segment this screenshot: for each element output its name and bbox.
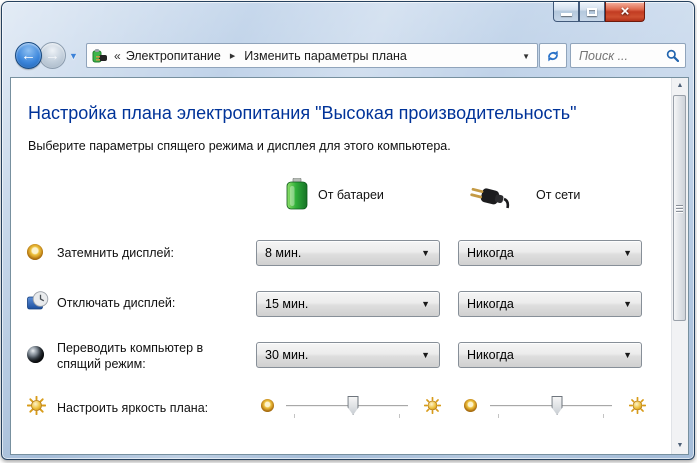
breadcrumb-item-power-options[interactable]: Электропитание	[124, 49, 223, 63]
chevron-down-icon: ▼	[623, 300, 632, 309]
back-button[interactable]: ←	[15, 42, 42, 69]
combo-dim-display-plugged[interactable]: Никогда ▼	[458, 240, 642, 266]
address-dropdown-icon[interactable]: ▼	[522, 52, 530, 61]
brightness-slider-plugged[interactable]	[490, 405, 612, 407]
chevron-down-icon: ▼	[421, 300, 430, 309]
combo-dim-display-battery[interactable]: 8 мин. ▼	[256, 240, 440, 266]
refresh-icon	[546, 49, 560, 63]
slider-tick	[399, 414, 400, 418]
breadcrumb-overflow-chevron[interactable]: «	[114, 49, 121, 63]
brightness-high-icon	[629, 397, 646, 414]
setting-label-brightness: Настроить яркость плана:	[57, 400, 249, 416]
setting-label-dim-display: Затемнить дисплей:	[57, 245, 249, 261]
minimize-button[interactable]	[553, 2, 579, 22]
forward-button[interactable]: →	[39, 42, 66, 69]
combo-turn-off-display-battery[interactable]: 15 мин. ▼	[256, 291, 440, 317]
refresh-button[interactable]	[539, 43, 567, 68]
back-arrow-icon: ←	[21, 47, 36, 64]
brightness-low-icon	[464, 399, 477, 412]
page-description: Выберите параметры спящего режима и дисп…	[28, 139, 451, 153]
column-header-plugged-in: От сети	[536, 188, 580, 202]
maximize-button[interactable]	[579, 2, 605, 22]
slider-tick	[603, 414, 604, 418]
navigation-bar: ← → ▼ « Электропитание ▶ Изменить параме…	[2, 42, 694, 70]
power-plan-settings-window: × ← → ▼ « Электропитание ▶ Изменить пара…	[1, 1, 695, 460]
scroll-up-button[interactable]: ▲	[672, 78, 688, 94]
main-content: Настройка плана электропитания "Высокая …	[10, 77, 689, 455]
power-options-icon	[91, 47, 109, 64]
search-icon[interactable]	[666, 49, 679, 62]
combo-value: Никогда	[467, 246, 514, 260]
column-header-on-battery: От батареи	[318, 188, 384, 202]
combo-turn-off-display-plugged[interactable]: Никогда ▼	[458, 291, 642, 317]
plug-icon	[466, 185, 510, 211]
brightness-slider-battery-thumb[interactable]	[348, 396, 359, 415]
combo-value: 30 мин.	[265, 348, 308, 362]
chevron-down-icon: ▼	[623, 249, 632, 258]
combo-sleep-plugged[interactable]: Никогда ▼	[458, 342, 642, 368]
chevron-down-icon: ▼	[623, 351, 632, 360]
close-icon: ×	[621, 4, 630, 20]
setting-label-turn-off-display: Отключать дисплей:	[57, 295, 249, 311]
setting-label-sleep: Переводить компьютер в спящий режим:	[57, 340, 249, 372]
combo-sleep-battery[interactable]: 30 мин. ▼	[256, 342, 440, 368]
chevron-down-icon: ▼	[421, 351, 430, 360]
battery-icon	[286, 178, 308, 210]
maximize-icon	[587, 8, 597, 16]
brightness-slider-battery[interactable]	[286, 405, 408, 407]
forward-arrow-icon: →	[45, 47, 60, 64]
brightness-slider-plugged-thumb[interactable]	[552, 396, 563, 415]
vertical-scrollbar[interactable]: ▲ ▼	[671, 78, 688, 454]
close-button[interactable]: ×	[605, 2, 645, 22]
breadcrumb-item-edit-plan[interactable]: Изменить параметры плана	[242, 49, 409, 63]
slider-tick	[294, 414, 295, 418]
scroll-down-button[interactable]: ▼	[672, 438, 688, 454]
brightness-high-icon	[424, 397, 441, 414]
combo-value: 15 мин.	[265, 297, 308, 311]
brightness-icon	[27, 396, 46, 415]
breadcrumb-separator-icon[interactable]: ▶	[230, 52, 235, 60]
search-box	[570, 43, 686, 68]
turn-off-display-icon	[27, 291, 49, 311]
combo-value: Никогда	[467, 348, 514, 362]
minimize-icon	[561, 13, 572, 16]
recent-pages-dropdown[interactable]: ▼	[69, 51, 78, 61]
combo-value: 8 мин.	[265, 246, 301, 260]
combo-value: Никогда	[467, 297, 514, 311]
window-controls: ×	[553, 2, 645, 22]
scrollbar-grip	[676, 211, 683, 212]
search-input[interactable]	[571, 49, 666, 63]
scrollbar-thumb[interactable]	[673, 95, 686, 321]
dim-display-icon	[27, 244, 43, 260]
slider-tick	[498, 414, 499, 418]
scrollbar-grip	[676, 208, 683, 209]
scrollbar-grip	[676, 205, 683, 206]
brightness-low-icon	[261, 399, 274, 412]
sleep-icon	[27, 346, 44, 363]
page-title: Настройка плана электропитания "Высокая …	[28, 103, 577, 124]
address-bar[interactable]: « Электропитание ▶ Изменить параметры пл…	[86, 43, 538, 68]
chevron-down-icon: ▼	[421, 249, 430, 258]
